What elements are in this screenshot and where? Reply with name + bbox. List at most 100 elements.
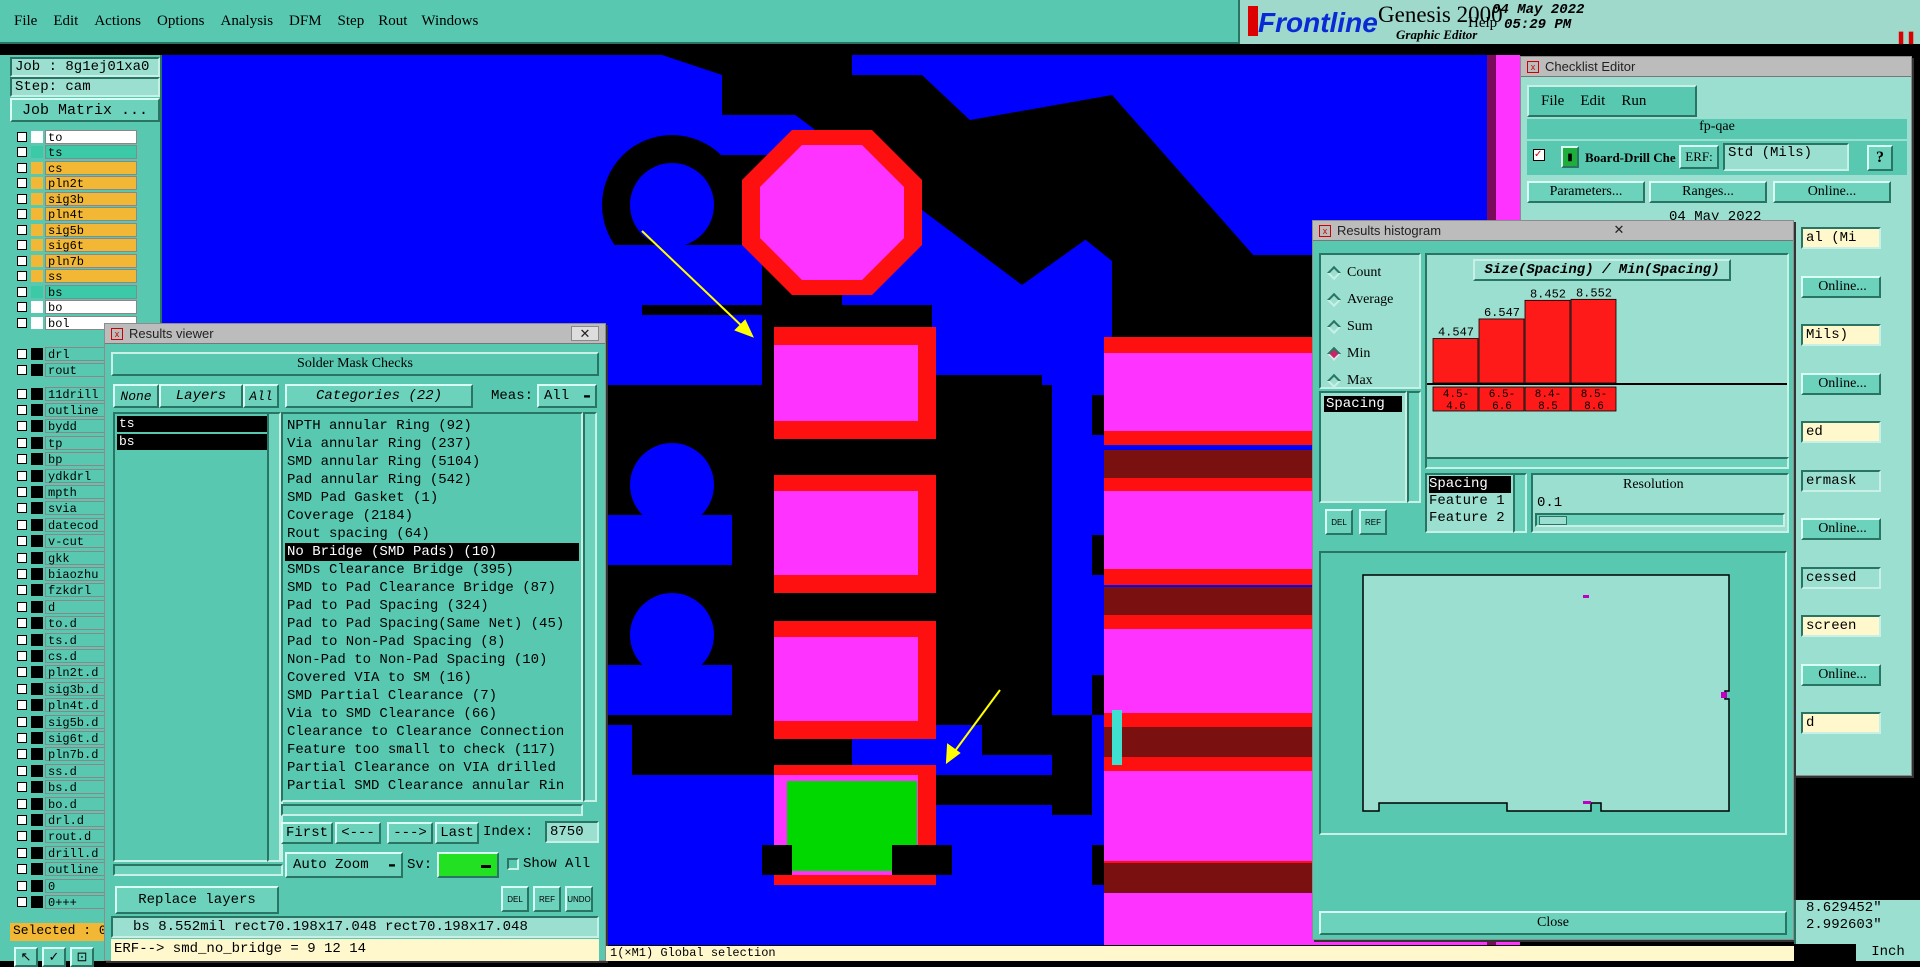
replace-layers-button[interactable]: Replace layers	[115, 886, 279, 914]
layer-name[interactable]: ts	[45, 145, 137, 160]
checklist-right-item[interactable]: Mils)	[1801, 324, 1881, 346]
layer-checkbox[interactable]	[17, 585, 27, 596]
layer-row[interactable]: pln4t	[12, 207, 137, 222]
layer-name[interactable]: pln2t	[45, 176, 137, 191]
layer-checkbox[interactable]	[17, 454, 27, 465]
aggregate-option[interactable]: Average	[1325, 286, 1419, 313]
layer-list-hscroll[interactable]	[113, 864, 283, 876]
layer-name[interactable]: pln4t	[45, 207, 137, 222]
category-item[interactable]: Via annular Ring (237)	[285, 435, 579, 453]
layer-row[interactable]: pln7b	[12, 253, 137, 269]
checklist-row[interactable]: ✓ ▮ Board-Drill Che ERF: Std (Mils) ?	[1527, 141, 1907, 175]
radio-icon[interactable]	[1326, 319, 1342, 334]
layer-row[interactable]: sig5b	[12, 222, 137, 238]
checklist-right-item[interactable]: ermask	[1801, 469, 1881, 492]
layer-list-vscroll[interactable]	[267, 412, 281, 862]
erf-button[interactable]: ERF:	[1679, 145, 1719, 169]
checklist-right-item[interactable]: Online...	[1801, 372, 1881, 395]
layer-row[interactable]: bs	[12, 284, 137, 300]
del-icon[interactable]: DEL	[501, 886, 529, 912]
hist-ref-icon[interactable]: REF	[1359, 509, 1387, 535]
layer-row[interactable]: pln2t	[12, 176, 137, 191]
menu-analysis[interactable]: Analysis	[221, 13, 274, 30]
menu-actions[interactable]: Actions	[94, 13, 141, 30]
layer-checkbox[interactable]	[17, 749, 27, 760]
layer-checkbox[interactable]	[17, 814, 27, 825]
layer-row[interactable]: cs	[12, 160, 137, 176]
category-vscroll[interactable]	[583, 412, 597, 802]
category-item[interactable]: Pad to Pad Spacing(Same Net) (45)	[285, 615, 579, 633]
menu-rout[interactable]: Rout	[378, 13, 407, 30]
category-item[interactable]: Clearance to Clearance Connection	[285, 723, 579, 741]
category-item[interactable]: SMD to Pad Clearance Bridge (87)	[285, 579, 579, 597]
first-button[interactable]: First	[281, 822, 333, 844]
layer-checkbox[interactable]	[17, 536, 27, 547]
layer-name[interactable]: sig5b	[45, 222, 137, 238]
category-item[interactable]: Non-Pad to Non-Pad Spacing (10)	[285, 651, 579, 669]
checklist-right-item[interactable]: al (Mi	[1801, 227, 1881, 249]
category-item[interactable]: SMD annular Ring (5104)	[285, 453, 579, 471]
categories-button[interactable]: Categories (22)	[285, 384, 473, 408]
layer-checkbox[interactable]	[17, 364, 27, 375]
layer-row[interactable]: sig3b	[12, 191, 137, 207]
undo-icon[interactable]: UNDO	[565, 886, 593, 912]
layer-checkbox[interactable]	[17, 601, 27, 612]
layer-checkbox[interactable]	[17, 634, 27, 645]
layer-checkbox[interactable]	[17, 162, 27, 173]
result-layer-item[interactable]: bs	[117, 434, 279, 450]
radio-icon[interactable]	[1326, 292, 1342, 307]
parameters-button[interactable]: Parameters...	[1527, 181, 1645, 203]
category-item[interactable]: Via to SMD Clearance (66)	[285, 705, 579, 723]
category-item[interactable]: Coverage (2184)	[285, 507, 579, 525]
layer-checkbox[interactable]	[17, 286, 27, 297]
category-item[interactable]: Feature too small to check (117)	[285, 741, 579, 759]
layer-checkbox[interactable]	[17, 864, 27, 875]
category-item[interactable]: Pad annular Ring (542)	[285, 471, 579, 489]
histogram-bar[interactable]	[1570, 298, 1617, 384]
ranges-button[interactable]: Ranges...	[1649, 181, 1767, 203]
layer-checkbox[interactable]	[17, 798, 27, 809]
close-icon[interactable]: ✕	[1605, 223, 1633, 238]
layer-checkbox[interactable]	[17, 782, 27, 793]
layer-checkbox[interactable]	[17, 568, 27, 579]
layer-list[interactable]: ts bs	[113, 412, 283, 862]
category-item[interactable]: No Bridge (SMD Pads) (10)	[285, 543, 579, 561]
histogram-bar[interactable]	[1524, 299, 1571, 384]
layer-checkbox[interactable]	[17, 271, 27, 281]
result-layer-item[interactable]: ts	[117, 416, 279, 432]
layer-checkbox[interactable]	[17, 503, 27, 514]
layer-checkbox[interactable]	[17, 880, 27, 891]
feature-item[interactable]: Spacing	[1429, 476, 1511, 493]
aggregate-option[interactable]: Min	[1325, 340, 1419, 367]
category-item[interactable]: SMD Partial Clearance (7)	[285, 687, 579, 705]
layer-checkbox[interactable]	[17, 519, 27, 530]
last-button[interactable]: Last	[435, 822, 479, 844]
menu-edit[interactable]: Edit	[53, 13, 78, 30]
layer-checkbox[interactable]	[17, 437, 27, 448]
layer-name[interactable]: sig6t	[45, 238, 137, 253]
layer-checkbox[interactable]	[17, 255, 27, 266]
feature-item[interactable]: Feature 1	[1429, 493, 1511, 510]
category-item[interactable]: Pad to Non-Pad Spacing (8)	[285, 633, 579, 651]
auto-zoom-select[interactable]: Auto Zoom ▬	[285, 852, 403, 878]
layer-checkbox[interactable]	[17, 193, 27, 204]
meas-select[interactable]: All ▬	[537, 384, 597, 408]
radio-icon[interactable]	[1326, 373, 1342, 388]
category-item[interactable]: Pad to Pad Spacing (324)	[285, 597, 579, 615]
checklist-right-item[interactable]: screen	[1801, 615, 1881, 637]
zoom-tool-icon[interactable]: ⊡	[70, 947, 94, 967]
menu-step[interactable]: Step	[338, 13, 365, 30]
feature-list[interactable]: Spacing Feature 1 Feature 2	[1425, 473, 1515, 533]
menu-windows[interactable]: Windows	[421, 13, 478, 30]
layer-name[interactable]: cs	[45, 160, 137, 176]
index-input[interactable]: 8750	[545, 821, 599, 843]
units-label[interactable]: Inch	[1871, 944, 1905, 960]
histogram-close-button[interactable]: Close	[1319, 911, 1787, 935]
category-item[interactable]: Partial SMD Clearance annular Rin	[285, 777, 579, 795]
layer-checkbox[interactable]	[17, 302, 27, 312]
layer-checkbox[interactable]	[17, 831, 27, 842]
layers-all-button[interactable]: All	[243, 384, 279, 408]
layer-checkbox[interactable]	[17, 847, 27, 858]
layers-button[interactable]: Layers	[159, 384, 243, 408]
layer-checkbox[interactable]	[17, 388, 27, 399]
